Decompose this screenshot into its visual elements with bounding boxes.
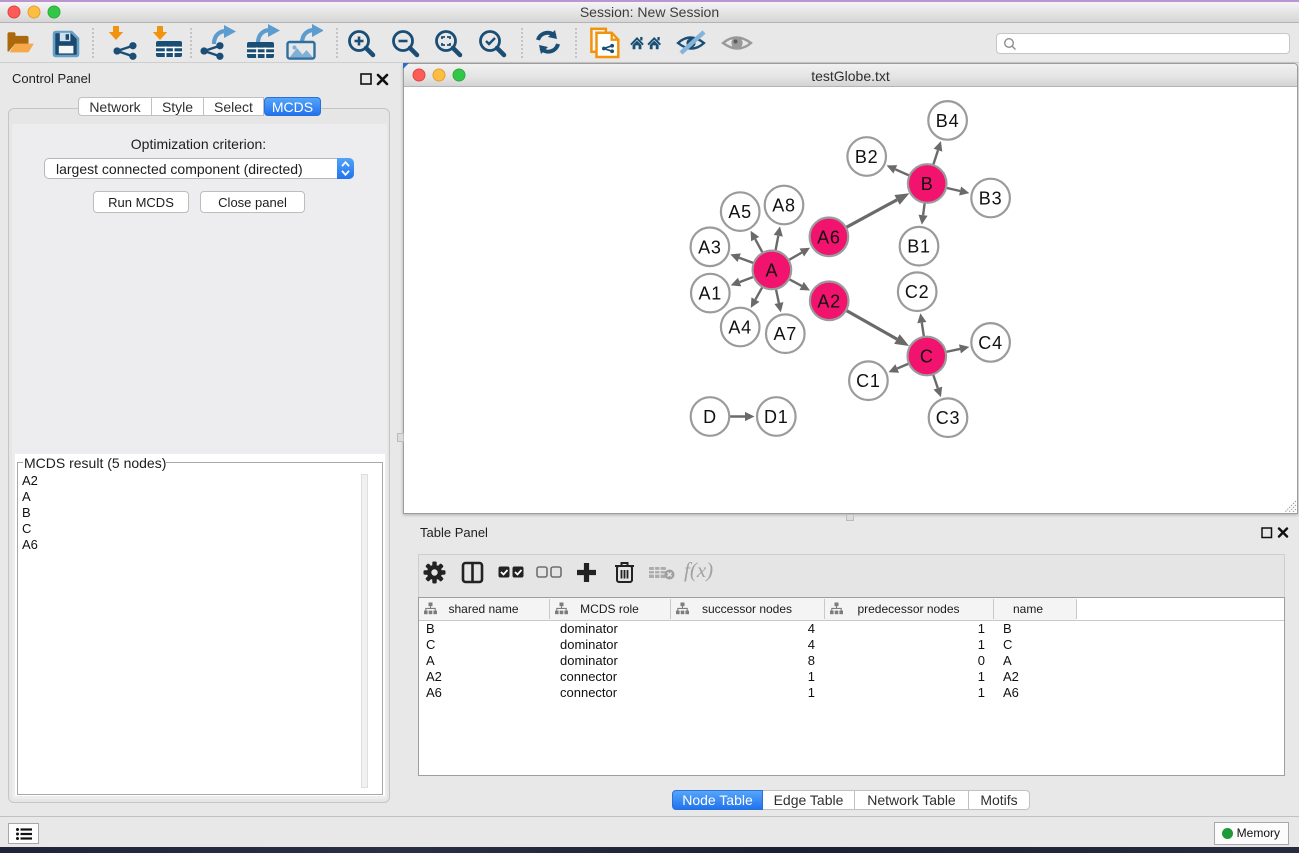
svg-text:A5: A5 (728, 202, 752, 222)
svg-text:B1: B1 (907, 237, 931, 257)
svg-text:A7: A7 (773, 324, 797, 344)
svg-text:A2: A2 (817, 291, 841, 311)
svg-text:A8: A8 (772, 196, 796, 216)
svg-text:C: C (920, 347, 934, 367)
svg-text:D: D (703, 407, 717, 427)
svg-text:C2: C2 (905, 282, 930, 302)
svg-text:D1: D1 (764, 407, 789, 427)
svg-text:B: B (921, 174, 934, 194)
svg-text:A6: A6 (817, 227, 841, 247)
svg-text:A3: A3 (698, 237, 722, 257)
svg-text:C4: C4 (978, 333, 1003, 353)
svg-text:B3: B3 (979, 189, 1003, 209)
svg-text:C1: C1 (856, 371, 881, 391)
svg-text:B4: B4 (936, 111, 960, 131)
svg-text:A4: A4 (728, 318, 752, 338)
svg-text:A1: A1 (698, 284, 722, 304)
svg-text:A: A (765, 260, 778, 280)
svg-text:C3: C3 (936, 408, 961, 428)
svg-text:B2: B2 (855, 147, 879, 167)
